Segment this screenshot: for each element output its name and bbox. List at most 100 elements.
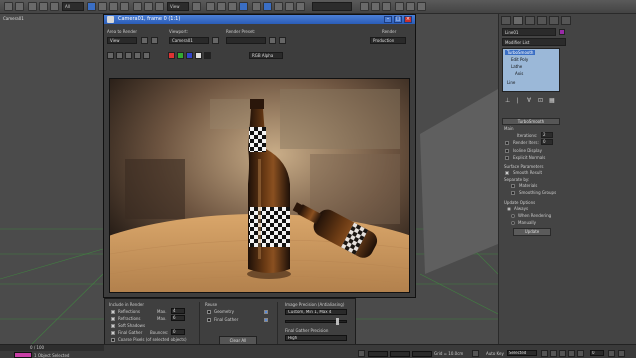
x-coordinate-field[interactable] [368, 351, 388, 357]
image-precision-field[interactable]: Custom, Min 1, Max 4 [285, 309, 347, 315]
create-tab-icon[interactable] [501, 16, 511, 25]
render-preset-combo[interactable] [226, 37, 266, 44]
smooth-result-checkbox[interactable] [505, 171, 509, 175]
refractions-max-spinner[interactable]: 6 [171, 315, 185, 321]
pin-stack-icon[interactable]: ⊥ [505, 98, 511, 104]
redo-icon[interactable] [15, 2, 24, 11]
stack-item-turbosmooth[interactable]: TurboSmooth [505, 50, 536, 55]
unlink-icon[interactable] [39, 2, 48, 11]
viewport-label[interactable]: Camera01 [3, 16, 24, 21]
window-crossing-icon[interactable] [120, 2, 129, 11]
link-icon[interactable] [28, 2, 37, 11]
undo-icon[interactable] [4, 2, 13, 11]
iterations-spinner[interactable]: 2 [541, 132, 553, 138]
zoom-icon[interactable] [608, 350, 615, 357]
soft-shadows-checkbox[interactable] [111, 324, 115, 328]
copy-image-icon[interactable] [116, 52, 123, 59]
display-tab-icon[interactable] [549, 16, 559, 25]
close-button[interactable]: × [404, 16, 412, 23]
layer-manager-icon[interactable] [285, 2, 294, 11]
area-to-render-combo[interactable]: View [107, 37, 137, 44]
lock-selection-icon[interactable] [358, 350, 365, 357]
render-iters-spinner[interactable]: 0 [541, 139, 553, 145]
modifier-list-combo[interactable]: Modifier List [502, 38, 566, 46]
named-selection-icon[interactable] [252, 2, 261, 11]
select-by-name-icon[interactable] [98, 2, 107, 11]
red-channel-icon[interactable] [168, 52, 175, 59]
time-slider[interactable]: 0 / 100 [0, 345, 104, 351]
object-name-field[interactable]: Line01 [502, 28, 556, 36]
rendered-frame-window-icon[interactable] [406, 2, 415, 11]
current-frame-field[interactable]: 0 [590, 350, 604, 356]
scale-icon[interactable] [155, 2, 164, 11]
maxscript-listener[interactable] [14, 352, 32, 358]
previous-frame-icon[interactable] [550, 350, 557, 357]
graphite-tools-icon[interactable] [296, 2, 305, 11]
blue-channel-icon[interactable] [186, 52, 193, 59]
reuse-geometry-checkbox[interactable] [207, 310, 211, 314]
update-button[interactable]: Update [513, 228, 551, 236]
image-precision-slider[interactable] [285, 318, 347, 325]
schematic-view-icon[interactable] [371, 2, 380, 11]
maximize-button[interactable]: □ [394, 16, 402, 23]
explicit-normals-checkbox[interactable] [505, 156, 509, 160]
channel-display-combo[interactable]: RGB Alpha [249, 52, 283, 59]
align-icon[interactable] [274, 2, 283, 11]
render-mode-combo[interactable]: Production [370, 37, 406, 44]
render-iters-checkbox[interactable] [505, 141, 509, 145]
clear-image-icon[interactable] [143, 52, 150, 59]
stack-item-axis[interactable]: Axis [515, 71, 523, 76]
rotate-icon[interactable] [144, 2, 153, 11]
hierarchy-tab-icon[interactable] [525, 16, 535, 25]
manually-radio[interactable] [511, 221, 515, 225]
utilities-tab-icon[interactable] [561, 16, 571, 25]
snap-toggle-icon[interactable] [206, 2, 215, 11]
image-precision-slider-thumb[interactable] [336, 318, 339, 325]
curve-editor-icon[interactable] [360, 2, 369, 11]
reuse-final-gather-checkbox[interactable] [207, 318, 211, 322]
mirror-icon[interactable] [263, 2, 272, 11]
selection-filter-combo[interactable]: All [62, 2, 84, 11]
lock-viewport-icon[interactable] [212, 37, 219, 44]
z-coordinate-field[interactable] [412, 351, 432, 357]
spinner-snap-icon[interactable] [239, 2, 248, 11]
key-mode-combo[interactable]: Selected [507, 350, 537, 356]
set-key-icon[interactable] [472, 350, 479, 357]
alpha-channel-icon[interactable] [195, 52, 202, 59]
always-radio[interactable] [507, 207, 511, 211]
refractions-checkbox[interactable] [111, 317, 115, 321]
reference-coordinate-combo[interactable]: View [167, 2, 189, 11]
percent-snap-icon[interactable] [228, 2, 237, 11]
save-image-icon[interactable] [107, 52, 114, 59]
next-frame-icon[interactable] [568, 350, 575, 357]
smoothing-groups-checkbox[interactable] [511, 191, 515, 195]
y-coordinate-field[interactable] [390, 351, 410, 357]
environment-effects-icon[interactable] [279, 37, 286, 44]
stack-item-line[interactable]: Line [507, 80, 515, 85]
coarse-pixels-checkbox[interactable] [111, 338, 115, 342]
auto-key-label[interactable]: Auto Key [486, 351, 504, 356]
bounces-spinner[interactable]: 0 [171, 329, 185, 335]
when-rendering-radio[interactable] [511, 214, 515, 218]
reflections-max-spinner[interactable]: 4 [171, 308, 185, 314]
render-setup-icon[interactable] [269, 37, 276, 44]
minimize-button[interactable]: – [384, 16, 392, 23]
render-production-icon[interactable] [417, 2, 426, 11]
reuse-geometry-lock-icon[interactable] [264, 310, 268, 314]
edit-region-icon[interactable] [141, 37, 148, 44]
reuse-final-gather-lock-icon[interactable] [264, 318, 268, 322]
clone-window-icon[interactable] [125, 52, 132, 59]
move-icon[interactable] [133, 2, 142, 11]
angle-snap-icon[interactable] [217, 2, 226, 11]
region-select-icon[interactable] [109, 2, 118, 11]
reflections-checkbox[interactable] [111, 310, 115, 314]
fg-precision-field[interactable]: High [285, 335, 347, 341]
play-icon[interactable] [559, 350, 566, 357]
monochrome-icon[interactable] [204, 52, 211, 59]
final-gather-checkbox[interactable] [111, 331, 115, 335]
modify-tab-icon[interactable] [513, 16, 523, 25]
named-selection-set-combo[interactable] [312, 2, 352, 11]
render-window-title[interactable]: Camera01, frame 0 (1:1) [104, 15, 415, 24]
motion-tab-icon[interactable] [537, 16, 547, 25]
stack-item-lathe[interactable]: Lathe [511, 64, 522, 69]
